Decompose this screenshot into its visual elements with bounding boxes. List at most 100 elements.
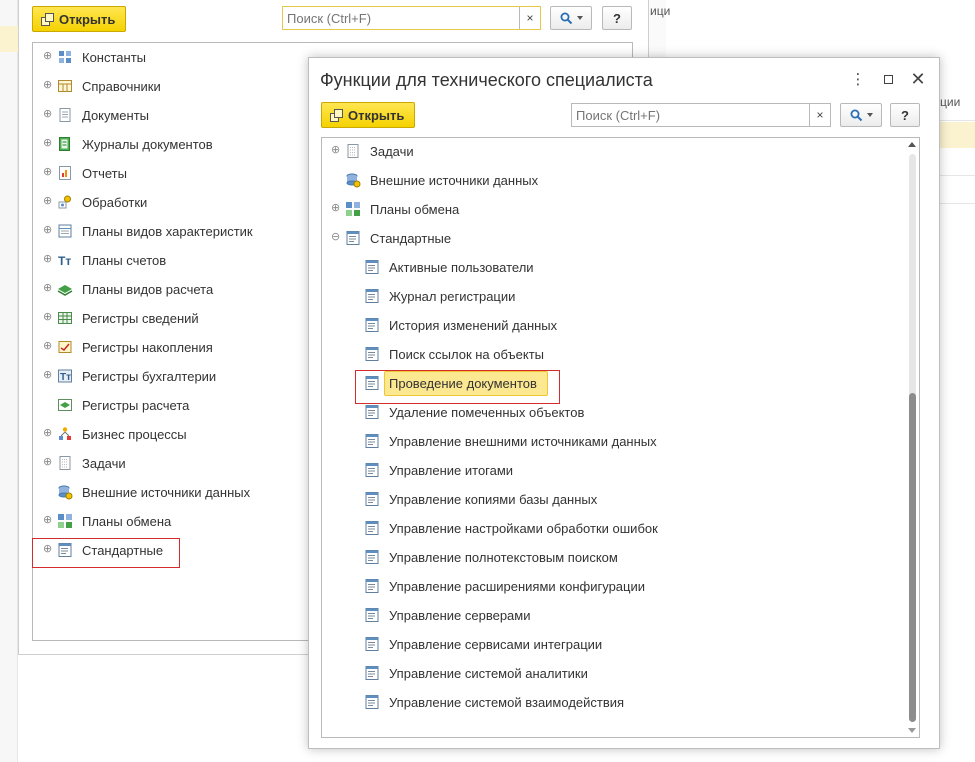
calculation-registers-icon [57,397,73,413]
search-field[interactable]: × [282,6,541,30]
form-icon [364,607,380,623]
collapse-icon[interactable] [331,233,340,242]
tree-item[interactable]: Управление внешними источниками данных [322,427,919,456]
magnifier-icon [850,109,862,121]
tree-item-label: Планы видов характеристик [82,224,253,239]
expand-icon[interactable] [331,146,340,155]
tree-item-label: Планы обмена [82,514,172,529]
expand-icon[interactable] [43,371,52,380]
expand-icon[interactable] [43,313,52,322]
clear-search-button[interactable]: × [809,104,830,126]
scroll-up-arrow[interactable] [908,142,916,147]
open-button[interactable]: Открыть [32,6,127,32]
exchange-plans-icon [345,201,361,217]
tree-item[interactable]: Активные пользователи [322,253,919,282]
form-icon [364,694,380,710]
open-icon [41,13,54,26]
expand-icon[interactable] [43,458,52,467]
expand-icon[interactable] [43,429,52,438]
tree-item[interactable]: Задачи [322,138,919,166]
tree-item[interactable]: Управление настройками обработки ошибок [322,514,919,543]
search-input[interactable] [572,104,808,126]
search-options-button[interactable] [550,6,592,30]
technical-specialist-functions-window: Функции для технического специалиста ⋮ ✕… [308,57,940,749]
chevron-down-icon [576,16,583,20]
form-icon [364,433,380,449]
external-data-sources-icon [345,172,361,188]
expand-icon[interactable] [43,516,52,525]
tree-item-label: Управление настройками обработки ошибок [389,521,658,536]
tree-item[interactable]: Поиск ссылок на объекты [322,340,919,369]
expand-icon[interactable] [43,81,52,90]
expand-icon[interactable] [43,226,52,235]
tree-item[interactable]: Управление полнотекстовым поиском [322,543,919,572]
expand-icon[interactable] [43,52,52,61]
catalogs-icon [57,78,73,94]
tree-item-label: Поиск ссылок на объекты [389,347,544,362]
tree-item[interactable]: Управление серверами [322,601,919,630]
expand-icon[interactable] [331,204,340,213]
tree-item[interactable]: Управление копиями базы данных [322,485,919,514]
form-icon [364,491,380,507]
form-icon [364,665,380,681]
tree-item-label: Журнал регистрации [389,289,516,304]
tree-item[interactable]: История изменений данных [322,311,919,340]
expand-icon[interactable] [43,197,52,206]
background-divider [940,203,975,204]
tree-item-label: Бизнес процессы [82,427,187,442]
tree-item-label: Активные пользователи [389,260,534,275]
svg-text:Тт: Тт [58,254,71,268]
tree-item[interactable]: Управление итогами [322,456,919,485]
tree-item-label: Удаление помеченных объектов [389,405,585,420]
tree-item[interactable]: Внешние источники данных [322,166,919,195]
open-button[interactable]: Открыть [321,102,416,128]
maximize-button[interactable] [877,68,899,90]
vertical-scrollbar[interactable] [907,140,918,735]
background-divider [940,175,975,176]
tree-item-label: Отчеты [82,166,127,181]
help-button[interactable]: ? [602,6,632,30]
scroll-down-arrow[interactable] [908,728,916,733]
chart-of-calculation-types-icon [57,281,73,297]
expand-icon[interactable] [43,284,52,293]
expand-icon[interactable] [43,255,52,264]
scroll-thumb[interactable] [909,392,916,722]
background-app-selected-row-2 [940,122,975,148]
help-button[interactable]: ? [890,103,920,127]
expand-icon[interactable] [43,342,52,351]
tree-item-label: Управление копиями базы данных [389,492,598,507]
tree-item-label: Стандартные [370,231,452,246]
open-icon [330,109,343,122]
background-app-column-header-2: ции [940,95,961,109]
tree-item-label: Планы видов расчета [82,282,214,297]
tree-item[interactable]: Управление системой взаимодействия [322,688,919,717]
tree-item[interactable]: Управление сервисами интеграции [322,630,919,659]
expand-icon[interactable] [43,168,52,177]
background-app-selected-row [0,26,18,52]
magnifier-icon [560,12,572,24]
expand-icon[interactable] [43,139,52,148]
tree-item[interactable]: Журнал регистрации [322,282,919,311]
maximize-icon [883,74,893,84]
tree-item[interactable]: Управление системой аналитики [322,659,919,688]
form-icon [364,520,380,536]
documents-icon [57,107,73,123]
svg-text:Тт: Тт [60,372,71,383]
more-options-icon[interactable]: ⋮ [847,68,869,90]
tree-item[interactable]: Планы обмена [322,195,919,224]
tree-item[interactable]: Управление расширениями конфигурации [322,572,919,601]
tree-item-label: Внешние источники данных [370,173,539,188]
form-icon [364,288,380,304]
clear-search-button[interactable]: × [519,7,540,29]
form-icon [364,462,380,478]
search-options-button[interactable] [840,103,882,127]
tree-item-label: Константы [82,50,146,65]
business-processes-icon [57,426,73,442]
tree-item[interactable]: Стандартные [322,224,919,253]
tree-item-label: История изменений данных [389,318,558,333]
background-app-right-panel: ции [940,60,975,762]
search-input[interactable] [283,7,518,29]
search-field[interactable]: × [571,103,831,127]
expand-icon[interactable] [43,110,52,119]
close-button[interactable]: ✕ [907,68,929,90]
